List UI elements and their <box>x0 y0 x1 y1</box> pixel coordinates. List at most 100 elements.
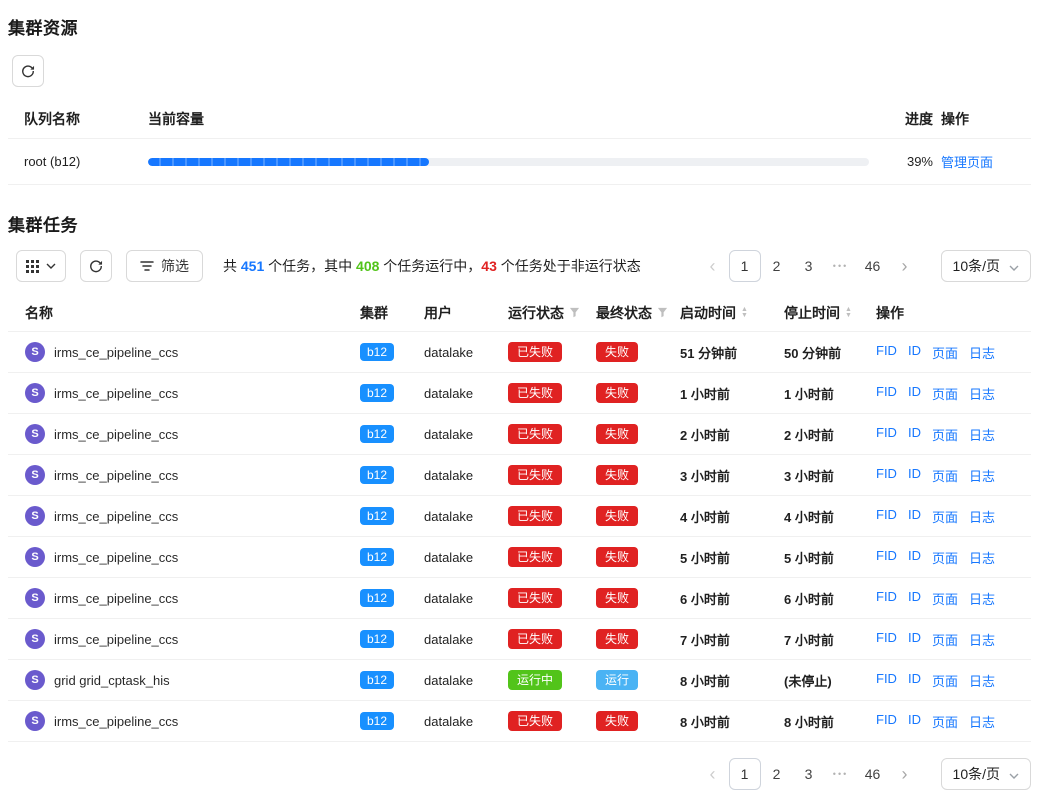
cluster-tag: b12 <box>360 589 394 607</box>
task-name: grid grid_cptask_his <box>54 673 170 688</box>
run-status-badge: 已失败 <box>508 424 562 444</box>
tasks-table-header: 名称 集群 用户 运行状态 最终状态 启动时间 ▲▼ 停止时间 ▲▼ 操作 <box>8 294 1031 332</box>
action-id-link[interactable]: ID <box>908 630 921 649</box>
col-user: 用户 <box>424 303 508 323</box>
action-page-link[interactable]: 页面 <box>932 630 958 649</box>
action-page-link[interactable]: 页面 <box>932 343 958 362</box>
task-avatar: S <box>25 711 45 731</box>
action-fid-link[interactable]: FID <box>876 384 897 403</box>
pagination-prev[interactable]: ‹ <box>697 250 729 282</box>
table-row: Sirms_ce_pipeline_ccsb12datalake已失败失败7 小… <box>8 619 1031 660</box>
action-log-link[interactable]: 日志 <box>969 630 995 649</box>
resources-refresh-button[interactable] <box>12 55 44 87</box>
table-row: root (b12) 39% 管理页面 <box>8 139 1031 185</box>
action-id-link[interactable]: ID <box>908 671 921 690</box>
task-user: datalake <box>424 632 508 647</box>
row-actions: FID ID 页面日志 <box>876 548 1031 567</box>
action-log-link[interactable]: 日志 <box>969 343 995 362</box>
action-page-link[interactable]: 页面 <box>932 671 958 690</box>
resources-table: 队列名称 当前容量 进度 操作 root (b12) 39% 管理页面 <box>8 99 1031 185</box>
action-id-link[interactable]: ID <box>908 548 921 567</box>
col-start-time[interactable]: 启动时间 ▲▼ <box>680 303 784 323</box>
final-status-badge: 失败 <box>596 547 638 567</box>
pagination-page-46[interactable]: 46 <box>857 250 889 282</box>
pagination-page-46[interactable]: 46 <box>857 758 889 790</box>
action-id-link[interactable]: ID <box>908 343 921 362</box>
run-status-badge: 已失败 <box>508 465 562 485</box>
cluster-tasks-title: 集群任务 <box>8 211 1031 236</box>
action-page-link[interactable]: 页面 <box>932 548 958 567</box>
action-fid-link[interactable]: FID <box>876 343 897 362</box>
action-fid-link[interactable]: FID <box>876 671 897 690</box>
action-id-link[interactable]: ID <box>908 589 921 608</box>
task-count-total: 451 <box>241 258 264 274</box>
action-log-link[interactable]: 日志 <box>969 671 995 690</box>
cluster-tag: b12 <box>360 712 394 730</box>
pagination-page-3[interactable]: 3 <box>793 250 825 282</box>
page-size-select[interactable]: 10条/页 <box>941 758 1031 790</box>
pagination-page-2[interactable]: 2 <box>761 758 793 790</box>
task-table-body: Sirms_ce_pipeline_ccsb12datalake已失败失败51 … <box>8 332 1031 742</box>
action-log-link[interactable]: 日志 <box>969 425 995 444</box>
page-root: 集群资源 队列名称 当前容量 进度 操作 root (b12) 39% 管理页面… <box>0 0 1039 790</box>
pagination-ellipsis[interactable]: ••• <box>825 250 857 282</box>
pagination-page-1[interactable]: 1 <box>729 250 761 282</box>
task-count-failed: 43 <box>481 258 497 274</box>
action-log-link[interactable]: 日志 <box>969 466 995 485</box>
pagination-next[interactable]: › <box>889 250 921 282</box>
action-fid-link[interactable]: FID <box>876 425 897 444</box>
action-log-link[interactable]: 日志 <box>969 589 995 608</box>
action-page-link[interactable]: 页面 <box>932 712 958 731</box>
action-fid-link[interactable]: FID <box>876 548 897 567</box>
tasks-refresh-button[interactable] <box>80 250 112 282</box>
action-page-link[interactable]: 页面 <box>932 466 958 485</box>
action-fid-link[interactable]: FID <box>876 507 897 526</box>
pagination-ellipsis[interactable]: ••• <box>825 758 857 790</box>
manage-page-link[interactable]: 管理页面 <box>941 155 993 170</box>
start-time: 8 小时前 <box>680 671 784 690</box>
action-page-link[interactable]: 页面 <box>932 589 958 608</box>
action-fid-link[interactable]: FID <box>876 589 897 608</box>
action-page-link[interactable]: 页面 <box>932 384 958 403</box>
pagination: ‹123•••46› <box>697 250 921 282</box>
filter-funnel-icon[interactable] <box>657 305 668 321</box>
action-log-link[interactable]: 日志 <box>969 548 995 567</box>
column-settings-button[interactable] <box>16 250 66 282</box>
action-log-link[interactable]: 日志 <box>969 712 995 731</box>
stop-time: 4 小时前 <box>784 507 876 526</box>
task-avatar: S <box>25 465 45 485</box>
action-id-link[interactable]: ID <box>908 384 921 403</box>
action-page-link[interactable]: 页面 <box>932 507 958 526</box>
col-final-status[interactable]: 最终状态 <box>596 303 680 323</box>
task-avatar: S <box>25 424 45 444</box>
action-log-link[interactable]: 日志 <box>969 507 995 526</box>
task-name: irms_ce_pipeline_ccs <box>54 468 178 483</box>
action-fid-link[interactable]: FID <box>876 630 897 649</box>
filter-funnel-icon[interactable] <box>569 305 580 321</box>
action-fid-link[interactable]: FID <box>876 712 897 731</box>
action-log-link[interactable]: 日志 <box>969 384 995 403</box>
action-id-link[interactable]: ID <box>908 425 921 444</box>
action-page-link[interactable]: 页面 <box>932 425 958 444</box>
filter-button[interactable]: 筛选 <box>126 250 203 282</box>
pagination-next[interactable]: › <box>889 758 921 790</box>
pagination-page-1[interactable]: 1 <box>729 758 761 790</box>
col-stop-time[interactable]: 停止时间 ▲▼ <box>784 303 876 323</box>
table-row: Sirms_ce_pipeline_ccsb12datalake已失败失败6 小… <box>8 578 1031 619</box>
action-id-link[interactable]: ID <box>908 507 921 526</box>
pagination-prev[interactable]: ‹ <box>697 758 729 790</box>
start-time: 5 小时前 <box>680 548 784 567</box>
cluster-tag: b12 <box>360 548 394 566</box>
final-status-badge: 失败 <box>596 588 638 608</box>
cluster-tag: b12 <box>360 384 394 402</box>
final-status-badge: 失败 <box>596 424 638 444</box>
sort-icon[interactable]: ▲▼ <box>845 307 852 319</box>
sort-icon[interactable]: ▲▼ <box>741 307 748 319</box>
pagination-page-2[interactable]: 2 <box>761 250 793 282</box>
page-size-select[interactable]: 10条/页 <box>941 250 1031 282</box>
col-run-status[interactable]: 运行状态 <box>508 303 596 323</box>
pagination-page-3[interactable]: 3 <box>793 758 825 790</box>
action-id-link[interactable]: ID <box>908 712 921 731</box>
action-fid-link[interactable]: FID <box>876 466 897 485</box>
action-id-link[interactable]: ID <box>908 466 921 485</box>
